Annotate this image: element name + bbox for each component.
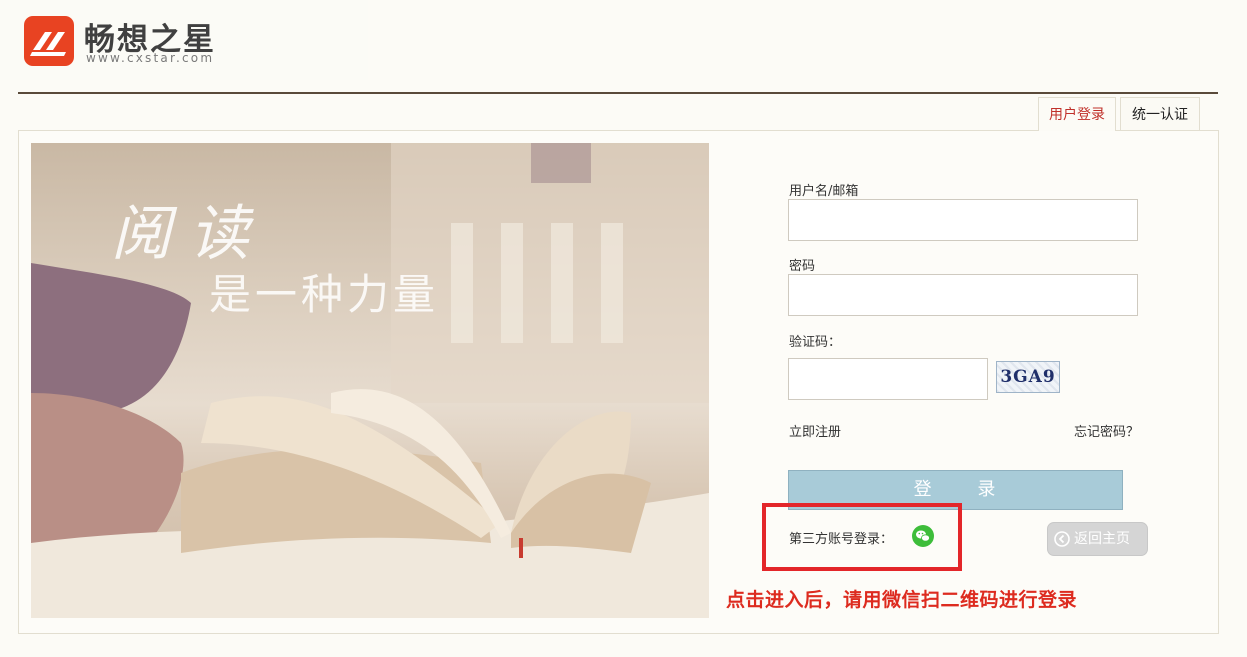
register-link[interactable]: 立即注册 bbox=[789, 421, 841, 440]
captcha-image[interactable]: 3GA9 bbox=[996, 361, 1060, 393]
username-label: 用户名/邮箱 bbox=[789, 184, 859, 199]
captcha-text: 3GA9 bbox=[1000, 367, 1056, 387]
hero-subtitle: 是一种力量 bbox=[209, 270, 440, 319]
hero-image: 阅读 是一种力量 bbox=[31, 143, 709, 618]
back-home-label: 返回主页 bbox=[1074, 531, 1130, 547]
back-home-button[interactable]: 返回主页 bbox=[1047, 522, 1148, 556]
hero-title-reading: 阅读 bbox=[111, 199, 267, 269]
password-label: 密码 bbox=[789, 259, 816, 274]
forgot-password-link[interactable]: 忘记密码？ bbox=[1074, 421, 1139, 440]
captcha-label: 验证码： bbox=[789, 335, 842, 350]
captcha-input[interactable] bbox=[788, 358, 988, 400]
instruction-annotation: 点击进入后，请用微信扫二维码进行登录 bbox=[726, 589, 1078, 611]
username-input[interactable] bbox=[788, 199, 1138, 241]
tab-user-login[interactable]: 用户登录 bbox=[1038, 97, 1116, 131]
header: 畅想之星 www.cxstar.com bbox=[0, 0, 368, 80]
header-divider bbox=[18, 92, 1218, 94]
brand-url: www.cxstar.com bbox=[86, 51, 215, 65]
wechat-login-icon[interactable] bbox=[912, 525, 934, 547]
thirdparty-login-label: 第三方账号登录： bbox=[789, 532, 894, 547]
tab-unified-auth[interactable]: 统一认证 bbox=[1120, 97, 1200, 131]
password-input[interactable] bbox=[788, 274, 1138, 316]
back-arrow-icon bbox=[1054, 531, 1070, 547]
brand-logo-icon[interactable] bbox=[24, 16, 74, 66]
